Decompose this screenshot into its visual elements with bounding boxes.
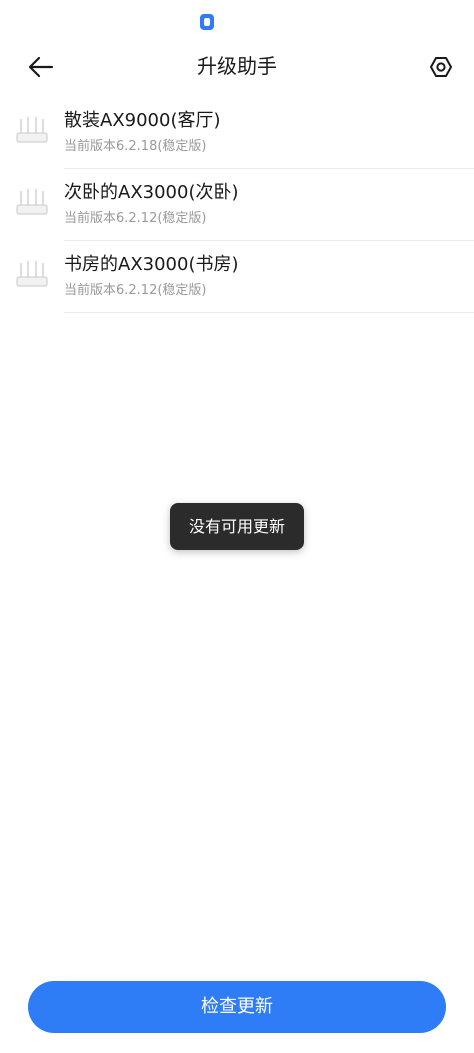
router-version: 当前版本6.2.12(稳定版): [64, 283, 207, 298]
check-update-button[interactable]: 检查更新: [28, 981, 446, 1033]
router-list: 散装AX9000(客厅) 当前版本6.2.18(稳定版) 次卧的AX3000(次…: [0, 97, 474, 313]
hexagon-settings-icon: [430, 57, 452, 77]
divider: [64, 312, 474, 313]
notification-pill-icon: [200, 14, 214, 30]
upgrade-assistant-screen: 升级助手 散装AX9000(客厅) 当前版本6.2.18(稳定版) 次卧的AX3…: [0, 0, 474, 1053]
page-title: 升级助手: [197, 54, 277, 78]
router-icon: [16, 261, 48, 287]
router-version: 当前版本6.2.12(稳定版): [64, 211, 207, 226]
router-icon: [16, 117, 48, 143]
toast-message: 没有可用更新: [170, 503, 304, 550]
router-name: 散装AX9000(客厅): [64, 110, 221, 131]
header: 升级助手: [0, 44, 474, 90]
router-name: 书房的AX3000(书房): [64, 254, 239, 275]
router-item-living-room[interactable]: 散装AX9000(客厅) 当前版本6.2.18(稳定版): [0, 97, 474, 169]
router-item-study[interactable]: 书房的AX3000(书房) 当前版本6.2.12(稳定版): [0, 241, 474, 313]
router-item-second-bedroom[interactable]: 次卧的AX3000(次卧) 当前版本6.2.12(稳定版): [0, 169, 474, 241]
router-version: 当前版本6.2.18(稳定版): [64, 139, 207, 154]
router-name: 次卧的AX3000(次卧): [64, 182, 239, 203]
settings-button[interactable]: [424, 50, 458, 84]
status-bar: [0, 0, 474, 44]
router-icon: [16, 189, 48, 215]
